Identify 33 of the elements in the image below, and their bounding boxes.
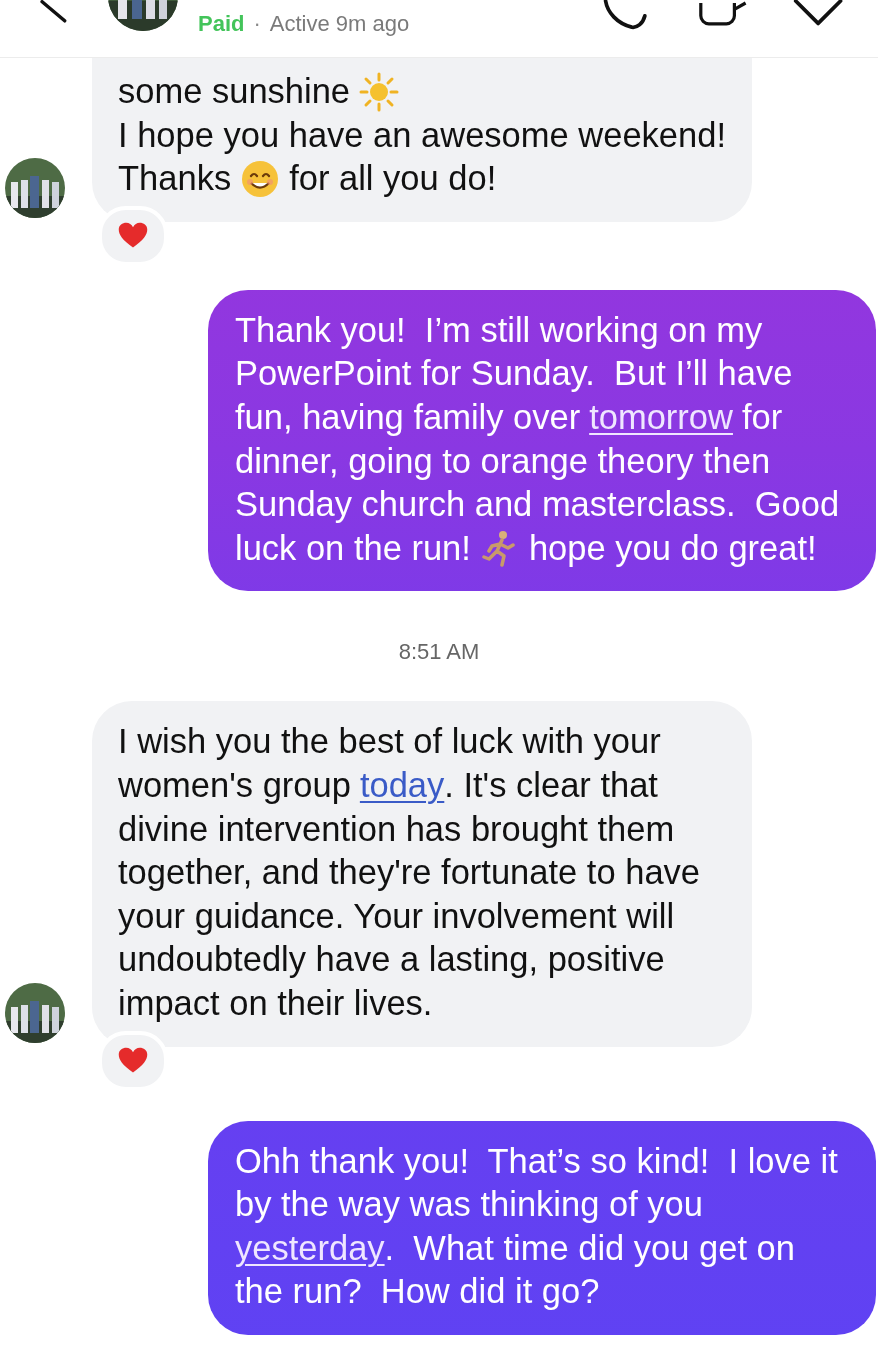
message-text: dinner, going to orange theory then bbox=[235, 440, 771, 482]
message-text: by the way was thinking of you bbox=[235, 1184, 703, 1226]
message-text: . What time did you get on bbox=[384, 1227, 795, 1269]
status-label: Paid bbox=[198, 11, 245, 37]
message-text: I hope you have an awesome weekend! bbox=[118, 114, 726, 156]
message-text: Sunday church and masterclass. Good bbox=[235, 484, 840, 526]
message-text: . It's clear that bbox=[444, 764, 658, 806]
message-text: for all you do! bbox=[289, 158, 497, 200]
date-link[interactable]: tomorrow bbox=[589, 395, 733, 440]
message-text: for bbox=[741, 396, 783, 438]
message-text: Thanks bbox=[118, 158, 232, 200]
message-text: luck on the run! bbox=[235, 527, 471, 569]
message-text: women's group bbox=[118, 764, 351, 806]
message-text: the run? How did it go? bbox=[235, 1271, 600, 1313]
message-text: together, and they're fortunate to have bbox=[118, 852, 700, 894]
sun-icon bbox=[359, 71, 400, 112]
smiling-face-icon bbox=[240, 159, 281, 199]
message-text: I wish you the best of luck with your bbox=[118, 721, 661, 763]
message-text: hope you do great! bbox=[528, 527, 817, 569]
date-link[interactable]: yesterday bbox=[235, 1226, 385, 1271]
message-text: some sunshine bbox=[118, 71, 351, 112]
message-text: impact on their lives. bbox=[118, 982, 433, 1024]
message-text: undoubtedly have a lasting, positive bbox=[118, 939, 665, 981]
message-text: Thank you! I’m still working on my bbox=[235, 309, 763, 351]
date-link[interactable]: today bbox=[359, 763, 445, 808]
message-text: divine intervention has brought them bbox=[118, 808, 675, 850]
timestamp: 8:51 AM bbox=[398, 639, 480, 666]
activity-status: Active 9m ago bbox=[269, 11, 410, 37]
message-text: fun, having family over bbox=[235, 396, 581, 438]
message-text: Ohh thank you! That’s so kind! I love it bbox=[235, 1140, 838, 1182]
message-text: your guidance. Your involvement will bbox=[118, 895, 675, 937]
separator: · bbox=[253, 11, 261, 37]
message-text: PowerPoint for Sunday. But I’ll have bbox=[235, 353, 793, 395]
